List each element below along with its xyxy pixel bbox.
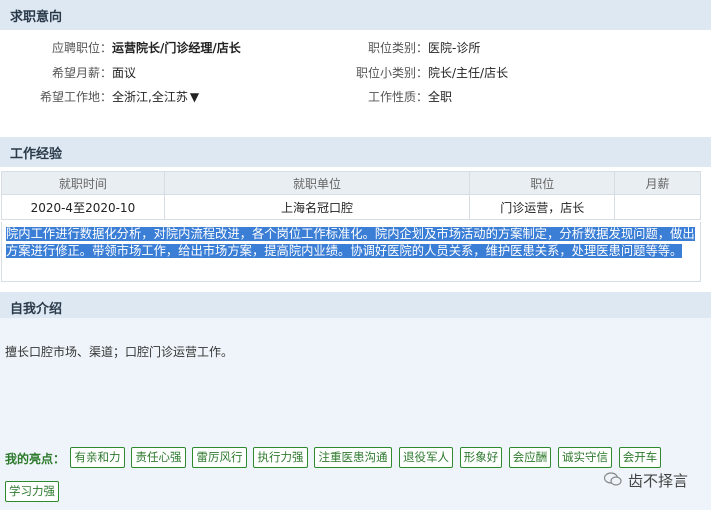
subcategory-label: 职位小类别： <box>355 66 428 80</box>
cell-company: 上海名冠口腔 <box>163 194 471 220</box>
location-row[interactable]: 希望工作地：全浙江,全江苏 ▼ <box>0 89 199 105</box>
category-value: 医院-诊所 <box>428 41 481 55</box>
highlight-tag: 有亲和力 <box>70 447 125 468</box>
experience-table: 就职时间 就职单位 职位 月薪 2020-4至2020-10 上海名冠口腔 门诊… <box>1 171 701 220</box>
salary-label: 希望月薪： <box>51 66 112 80</box>
highlight-tag: 会应酬 <box>509 447 551 468</box>
wechat-icon <box>604 472 622 486</box>
highlight-tag: 执行力强 <box>253 447 308 468</box>
job-intent-title: 求职意向 <box>10 10 63 25</box>
salary-row: 希望月薪：面议 <box>0 65 136 81</box>
position-row: 应聘职位：运营院长/门诊经理/店长 <box>0 40 241 56</box>
cell-period: 2020-4至2020-10 <box>1 194 165 220</box>
position-value: 运营院长/门诊经理/店长 <box>112 41 241 55</box>
cell-salary <box>614 194 701 220</box>
highlight-tag: 雷厉风行 <box>192 447 247 468</box>
nature-label: 工作性质： <box>367 90 428 104</box>
subcategory-row: 职位小类别：院长/主任/店长 <box>316 65 508 81</box>
col-period: 就职时间 <box>1 171 165 195</box>
highlight-tag: 会开车 <box>619 447 661 468</box>
col-company: 就职单位 <box>163 171 471 195</box>
self-intro-title: 自我介绍 <box>10 302 63 317</box>
location-value[interactable]: 全浙江,全江苏 <box>112 90 188 104</box>
highlight-tag: 责任心强 <box>131 447 186 468</box>
highlights-label: 我的亮点： <box>5 452 66 466</box>
salary-value: 面议 <box>112 66 137 80</box>
category-label: 职位类别： <box>367 41 428 55</box>
highlight-tag: 注重医患沟通 <box>314 447 392 468</box>
self-intro-text: 擅长口腔市场、渠道；口腔门诊运营工作。 <box>5 345 234 359</box>
highlight-tag: 学习力强 <box>5 481 59 502</box>
selected-description-text[interactable]: 院内工作进行数据化分析，对院内流程改进，各个岗位工作标准化。院内企划及市场活动的… <box>6 227 695 258</box>
position-label: 应聘职位： <box>51 41 112 55</box>
category-row: 职位类别：医院-诊所 <box>316 40 480 56</box>
cell-position: 门诊运营，店长 <box>469 194 616 220</box>
highlight-tag: 退役军人 <box>399 447 453 468</box>
table-row: 2020-4至2020-10 上海名冠口腔 门诊运营，店长 <box>1 194 701 220</box>
work-experience-header: 工作经验 <box>0 137 711 167</box>
col-position: 职位 <box>469 171 616 195</box>
experience-description[interactable]: 院内工作进行数据化分析，对院内流程改进，各个岗位工作标准化。院内企划及市场活动的… <box>6 226 700 260</box>
highlight-tag: 诚实守信 <box>558 447 612 468</box>
experience-description-box: 院内工作进行数据化分析，对院内流程改进，各个岗位工作标准化。院内企划及市场活动的… <box>1 222 701 282</box>
job-intent-header: 求职意向 <box>0 0 711 30</box>
col-salary: 月薪 <box>614 171 701 195</box>
location-label: 希望工作地： <box>39 90 112 104</box>
nature-row: 工作性质：全职 <box>316 89 452 105</box>
dropdown-arrow-icon[interactable]: ▼ <box>190 90 199 104</box>
highlight-tag: 形象好 <box>460 447 502 468</box>
subcategory-value: 院长/主任/店长 <box>428 66 509 80</box>
watermark-text: 齿不择言 <box>628 472 689 490</box>
work-experience-title: 工作经验 <box>10 147 63 162</box>
nature-value: 全职 <box>428 90 453 104</box>
experience-table-header: 就职时间 就职单位 职位 月薪 <box>1 171 701 195</box>
